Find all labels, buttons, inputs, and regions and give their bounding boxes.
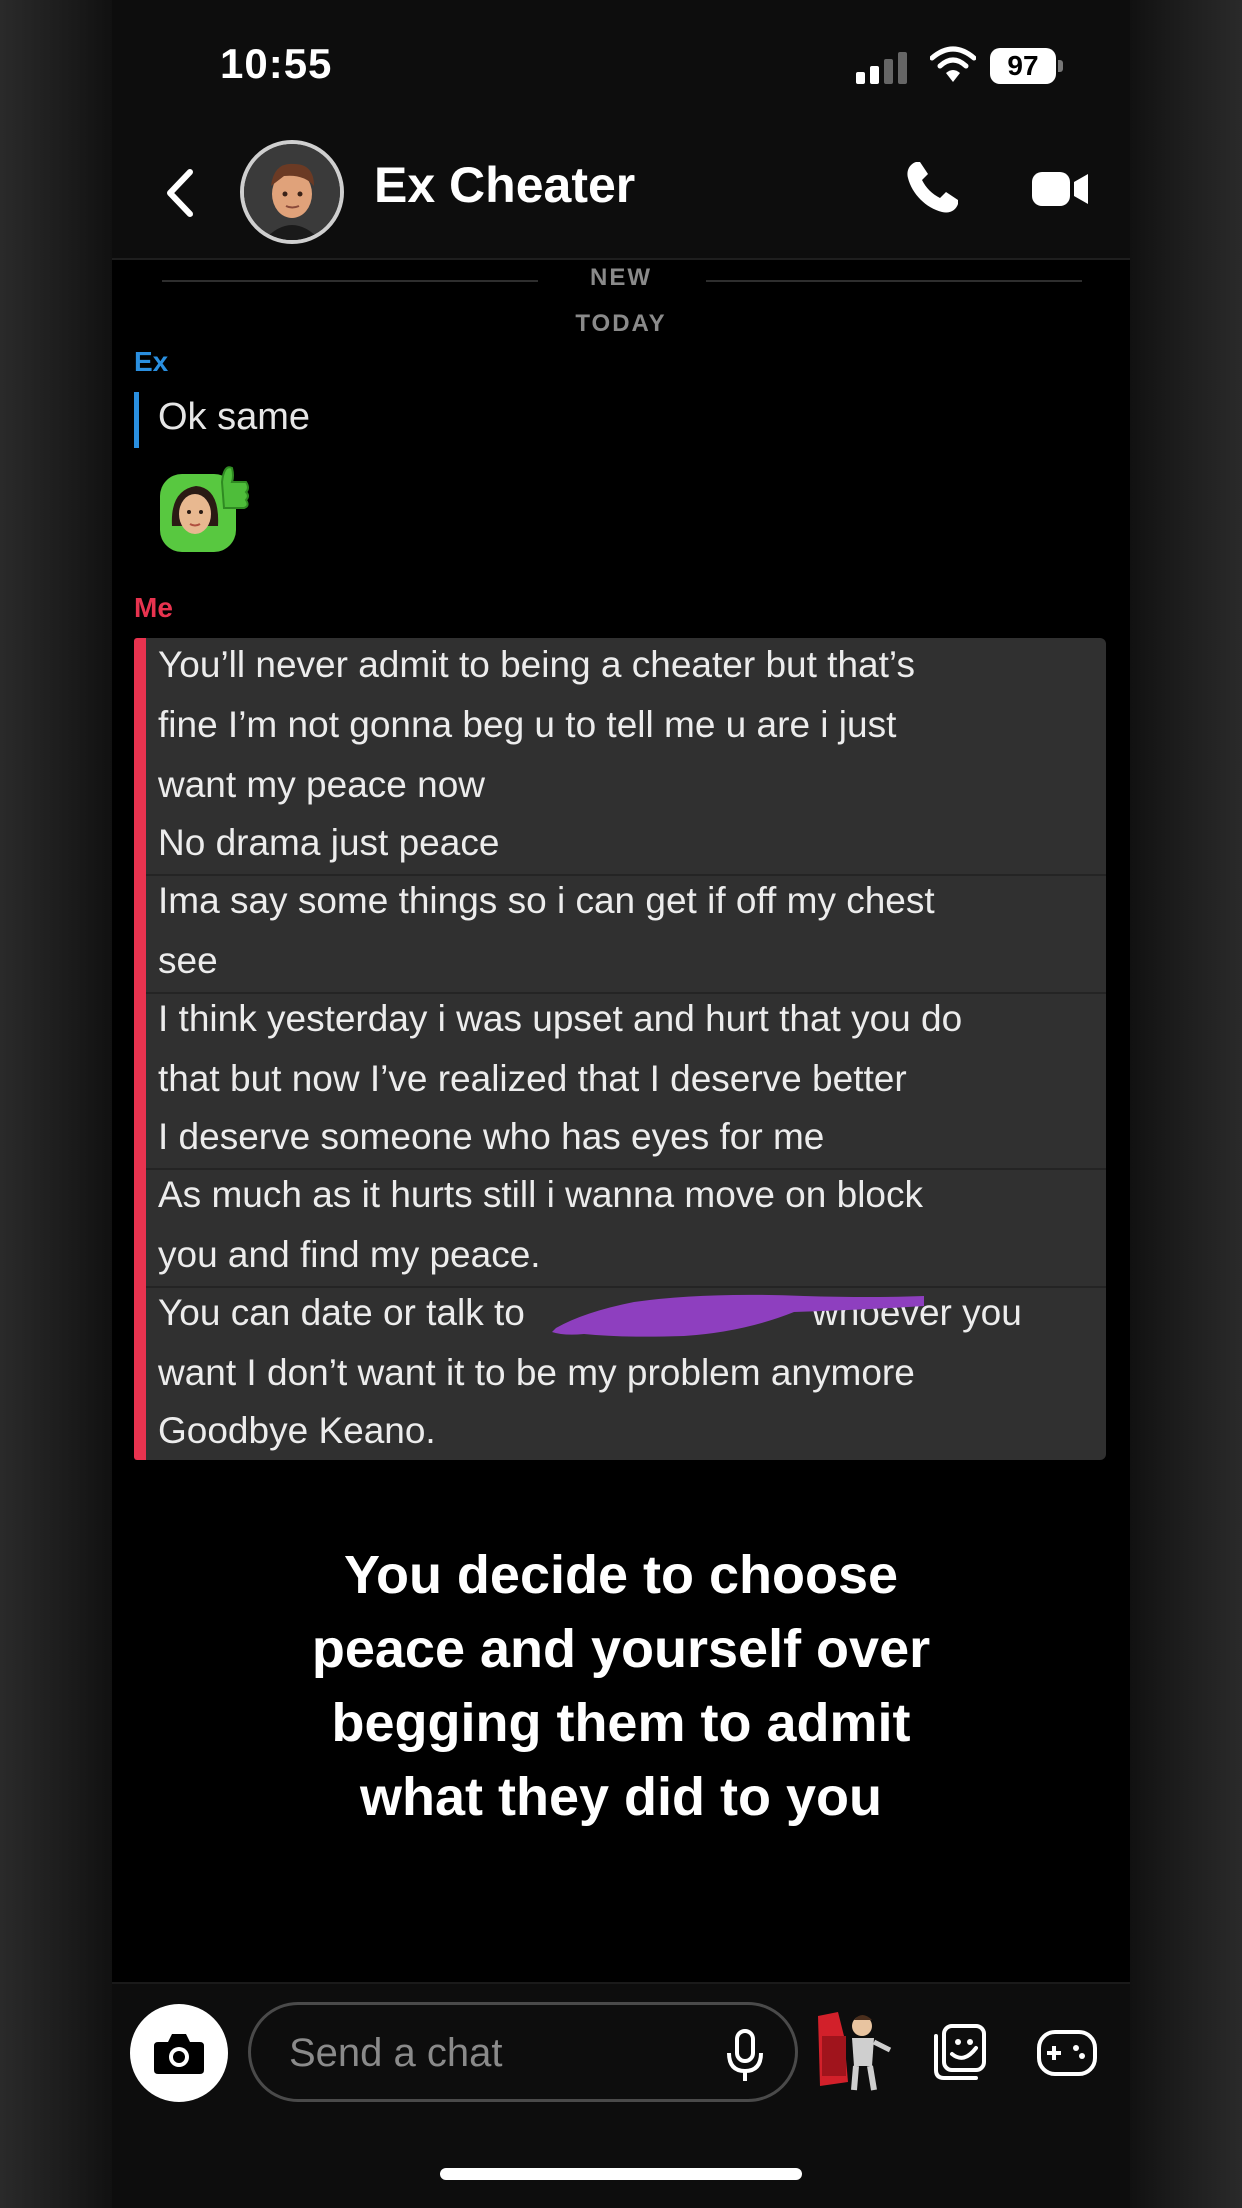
- chat-message-line[interactable]: Goodbye Keano.: [158, 1410, 436, 1452]
- message-separator: [146, 874, 1106, 876]
- caption-line: what they did to you: [360, 1767, 882, 1827]
- chat-message-line[interactable]: want my peace now: [158, 764, 485, 806]
- memories-icon[interactable]: [928, 2020, 990, 2082]
- me-message-accent-bar: [134, 638, 146, 1460]
- phone-screen: 10:55 97 Ex Cheater NEW TODAY Ex Ok same…: [112, 0, 1130, 2208]
- caption-line: You decide to choose: [343, 1545, 899, 1605]
- status-bar: 10:55 97: [112, 0, 1130, 130]
- camera-button[interactable]: [130, 2004, 228, 2102]
- chat-message-line[interactable]: I think yesterday i was upset and hurt t…: [158, 998, 962, 1040]
- video-camera-icon[interactable]: [1030, 166, 1090, 212]
- caption-line: peace and yourself over: [311, 1619, 931, 1679]
- bitmoji-avatar-icon: [244, 144, 340, 240]
- avatar[interactable]: [240, 140, 344, 244]
- camera-icon: [154, 2034, 204, 2074]
- chat-message-line[interactable]: you and find my peace.: [158, 1234, 541, 1276]
- chat-input-container: [248, 2002, 798, 2102]
- message-separator: [146, 992, 1106, 994]
- wifi-icon: [930, 46, 976, 82]
- new-divider-label: NEW: [590, 264, 652, 291]
- chat-message-line[interactable]: You can date or talk to: [158, 1292, 525, 1334]
- chat-message-line[interactable]: Ima say some things so i can get if off …: [158, 880, 935, 922]
- phone-icon[interactable]: [902, 158, 962, 218]
- ex-message-accent-bar: [134, 392, 139, 448]
- sender-label-me: Me: [134, 592, 173, 623]
- bitmoji-sticker-icon[interactable]: [814, 2006, 898, 2096]
- contact-name[interactable]: Ex Cheater: [374, 156, 635, 214]
- chat-message-line[interactable]: see: [158, 940, 218, 982]
- chat-message-line[interactable]: You’ll never admit to being a cheater bu…: [158, 644, 915, 686]
- chat-message-line[interactable]: want I don’t want it to be my problem an…: [158, 1352, 915, 1394]
- battery-icon: [1058, 60, 1063, 72]
- signal-icon: [856, 52, 910, 84]
- chat-message-line[interactable]: As much as it hurts still i wanna move o…: [158, 1174, 923, 1216]
- caption-line: begging them to admit: [331, 1693, 911, 1753]
- redaction-scribble: [552, 1294, 924, 1337]
- thumbs-up-bitmoji-icon[interactable]: [156, 460, 252, 556]
- home-indicator[interactable]: [440, 2168, 802, 2180]
- back-button[interactable]: [154, 158, 204, 228]
- chat-message[interactable]: Ok same: [158, 396, 310, 439]
- chat-message-line[interactable]: No drama just peace: [158, 822, 499, 864]
- chat-header: Ex Cheater: [112, 130, 1130, 260]
- chat-message-line[interactable]: fine I’m not gonna beg u to tell me u ar…: [158, 704, 896, 746]
- chat-message-line[interactable]: that but now I’ve realized that I deserv…: [158, 1058, 907, 1100]
- sender-label-ex: Ex: [134, 346, 169, 377]
- date-divider-label: TODAY: [575, 310, 667, 337]
- chat-message-line[interactable]: I deserve someone who has eyes for me: [158, 1116, 824, 1158]
- send-chat-input[interactable]: [287, 2005, 711, 2101]
- status-time: 10:55: [220, 40, 333, 87]
- game-controller-icon[interactable]: [1036, 2024, 1098, 2080]
- message-separator: [146, 1168, 1106, 1170]
- microphone-icon[interactable]: [725, 2027, 765, 2083]
- battery-indicator: 97: [990, 48, 1056, 84]
- caption-overlay: You decide to choose peace and yourself …: [112, 1538, 1130, 1834]
